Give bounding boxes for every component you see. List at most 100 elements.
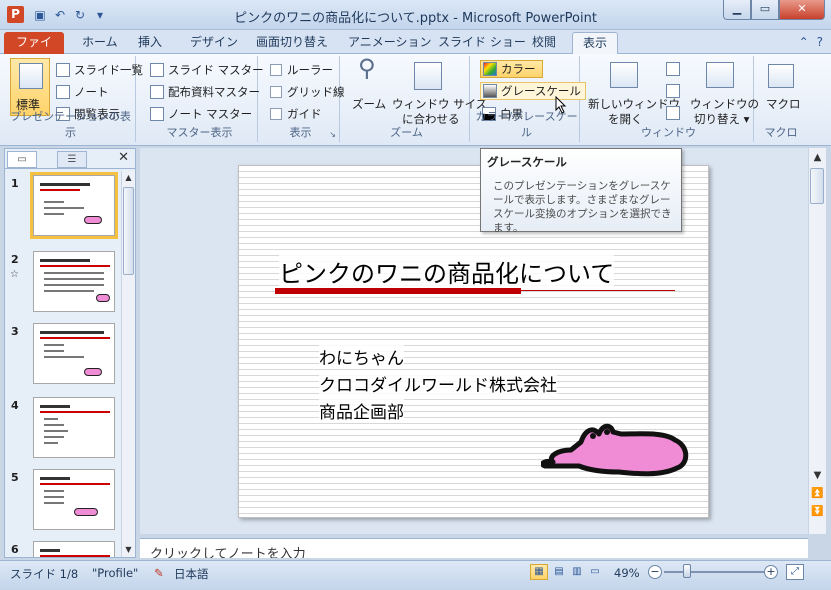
group-label: 表示 <box>289 126 312 139</box>
tab-review[interactable]: 校閲 <box>522 32 566 54</box>
subtitle-line-3[interactable]: 商品企画部 <box>319 398 404 423</box>
dialog-launcher-icon[interactable]: ↘ <box>329 130 336 139</box>
magnifier-icon: ⚲ <box>358 54 376 82</box>
zoom-level[interactable]: 49% <box>614 566 640 580</box>
outline-tab[interactable]: ☰ <box>57 151 87 168</box>
group-presentation-views: 標準 スライド一覧 ノート 閲覧表示 プレゼンテーションの表示 <box>6 56 143 142</box>
language-indicator[interactable]: 日本語 <box>174 566 209 582</box>
zoom-slider-thumb[interactable] <box>683 564 691 578</box>
tooltip-title: グレースケール <box>487 155 567 169</box>
notes-master-icon <box>150 107 164 121</box>
ribbon: 標準 スライド一覧 ノート 閲覧表示 プレゼンテーションの表示 スライド マスタ… <box>0 54 831 146</box>
scroll-up-icon[interactable]: ▲ <box>122 171 135 185</box>
slide-title[interactable]: ピンクのワニの商品化について <box>279 254 615 289</box>
pink-crocodile-image[interactable] <box>541 420 691 480</box>
tab-transitions[interactable]: 画面切り替え <box>246 32 338 54</box>
scroll-thumb[interactable] <box>810 168 824 204</box>
new-window-icon <box>610 62 638 88</box>
group-label: ウィンドウ <box>641 126 696 139</box>
group-label: ズーム <box>390 126 423 139</box>
slide-master-button[interactable]: スライド マスター <box>150 62 264 78</box>
macros-button[interactable]: マクロ <box>762 58 801 118</box>
tab-design[interactable]: デザイン <box>180 32 248 54</box>
slides-tab[interactable]: ▭ <box>7 151 37 168</box>
title-accent-bar <box>275 288 521 294</box>
tab-file[interactable]: ファイル <box>4 32 64 69</box>
zoom-slider[interactable] <box>664 571 764 573</box>
minimize-button[interactable]: ▁ <box>723 0 751 20</box>
help-icon[interactable]: ? <box>817 35 823 49</box>
scroll-up-icon[interactable]: ▲ <box>810 150 825 165</box>
group-macros: マクロ マクロ <box>758 56 804 142</box>
notes-page-icon <box>56 85 70 99</box>
tooltip-body: このプレゼンテーションをグレースケールで表示します。さまざまなグレースケール変換… <box>493 180 672 234</box>
tab-slideshow[interactable]: スライド ショー <box>428 32 536 54</box>
slide-sorter-status-button[interactable]: ▤ <box>550 564 568 580</box>
arrange-all-icon[interactable] <box>666 62 680 76</box>
zoom-out-button[interactable]: − <box>648 565 662 579</box>
ribbon-tabs: ファイル ホーム 挿入 デザイン 画面切り替え アニメーション スライド ショー… <box>0 30 831 69</box>
notes-placeholder[interactable]: クリックしてノートを入力 <box>150 543 306 558</box>
subtitle-line-1[interactable]: わにちゃん <box>319 344 404 369</box>
status-bar: スライド 1/8 "Profile" ✎ 日本語 ▦ ▤ ▥ ▭ 49% − +… <box>0 560 831 590</box>
reading-view-status-button[interactable]: ▥ <box>568 564 586 580</box>
grayscale-button[interactable]: グレースケール <box>480 82 586 100</box>
group-window: 新しいウィンドウ を開く ウィンドウの 切り替え ▾ ウィンドウ <box>584 56 759 142</box>
next-slide-icon[interactable]: ⏬ <box>810 504 825 519</box>
cascade-icon[interactable] <box>666 84 680 98</box>
close-pane-icon[interactable]: ✕ <box>118 150 129 165</box>
new-window-button[interactable]: 新しいウィンドウ を開く <box>586 58 680 126</box>
normal-view-status-button[interactable]: ▦ <box>530 564 548 580</box>
zoom-button[interactable]: ⚲ ズーム <box>348 54 388 116</box>
group-show: ルーラー グリッド線 ガイド 表示 ↘ <box>262 56 345 142</box>
switch-windows-button[interactable]: ウィンドウの 切り替え ▾ <box>688 58 759 126</box>
grayscale-icon <box>483 84 497 98</box>
color-button[interactable]: カラー <box>480 60 543 78</box>
group-label: マスター表示 <box>166 126 233 139</box>
subtitle-line-2[interactable]: クロコダイルワールド株式会社 <box>319 371 557 396</box>
slide-counter: スライド 1/8 <box>10 567 79 581</box>
slide-show-status-button[interactable]: ▭ <box>586 564 604 580</box>
collapse-ribbon-icon[interactable]: ⌃ <box>799 35 809 49</box>
switch-windows-icon <box>706 62 734 88</box>
macros-icon <box>768 64 794 88</box>
close-button[interactable]: ✕ <box>779 0 825 20</box>
mouse-cursor-icon <box>555 96 567 114</box>
notes-page-button[interactable]: ノート <box>56 84 109 100</box>
window-title: ピンクのワニの商品化について.pptx - Microsoft PowerPoi… <box>234 11 597 26</box>
tab-insert[interactable]: 挿入 <box>128 32 172 54</box>
handout-master-button[interactable]: 配布資料マスター <box>150 84 260 100</box>
spell-check-icon[interactable]: ✎ <box>154 566 164 580</box>
slide-master-icon <box>150 63 164 77</box>
slide-sorter-button[interactable]: スライド一覧 <box>56 62 143 78</box>
notes-master-button[interactable]: ノート マスター <box>150 106 252 122</box>
notes-pane[interactable]: クリックしてノートを入力 <box>140 538 808 558</box>
gridlines-checkbox[interactable]: グリッド線 <box>270 84 345 100</box>
theme-name[interactable]: "Profile" <box>92 566 138 580</box>
tab-home[interactable]: ホーム <box>72 32 128 54</box>
slides-panel: ▭ ☰ ✕ 1 2 ☆ 3 4 5 6 ▲ ▼ <box>4 148 136 558</box>
slide-scrollbar[interactable]: ▲ ▼ ⏫ ⏬ <box>808 148 826 534</box>
fit-to-window-button[interactable]: ウィンドウ サイズ に合わせる <box>390 58 487 126</box>
tab-view[interactable]: 表示 <box>572 32 619 54</box>
ruler-checkbox[interactable]: ルーラー <box>270 62 333 78</box>
zoom-in-button[interactable]: + <box>764 565 778 579</box>
slide-sorter-icon <box>56 63 70 77</box>
normal-view-icon <box>19 63 43 89</box>
group-master-views: スライド マスター 配布資料マスター ノート マスター マスター表示 <box>142 56 264 142</box>
previous-slide-icon[interactable]: ⏫ <box>810 486 825 501</box>
maximize-button[interactable]: ▭ <box>751 0 779 20</box>
group-zoom: ⚲ ズーム ウィンドウ サイズ に合わせる ズーム <box>344 54 487 142</box>
title-bar: P ▣ ↶ ↻ ▾ ピンクのワニの商品化について.pptx - Microsof… <box>0 0 831 30</box>
guides-checkbox[interactable]: ガイド <box>270 106 322 122</box>
color-icon <box>483 62 497 76</box>
move-split-icon[interactable] <box>666 106 680 120</box>
fit-slide-icon[interactable]: ⤢ <box>786 564 804 580</box>
thumbnail-scrollbar[interactable]: ▲ ▼ <box>121 171 135 557</box>
group-label: プレゼンテーションの表示 <box>10 110 131 139</box>
scroll-down-icon[interactable]: ▼ <box>810 468 825 483</box>
scroll-thumb[interactable] <box>123 187 134 275</box>
scroll-down-icon[interactable]: ▼ <box>122 543 135 557</box>
fit-window-icon <box>414 62 442 90</box>
tab-animations[interactable]: アニメーション <box>338 32 442 54</box>
